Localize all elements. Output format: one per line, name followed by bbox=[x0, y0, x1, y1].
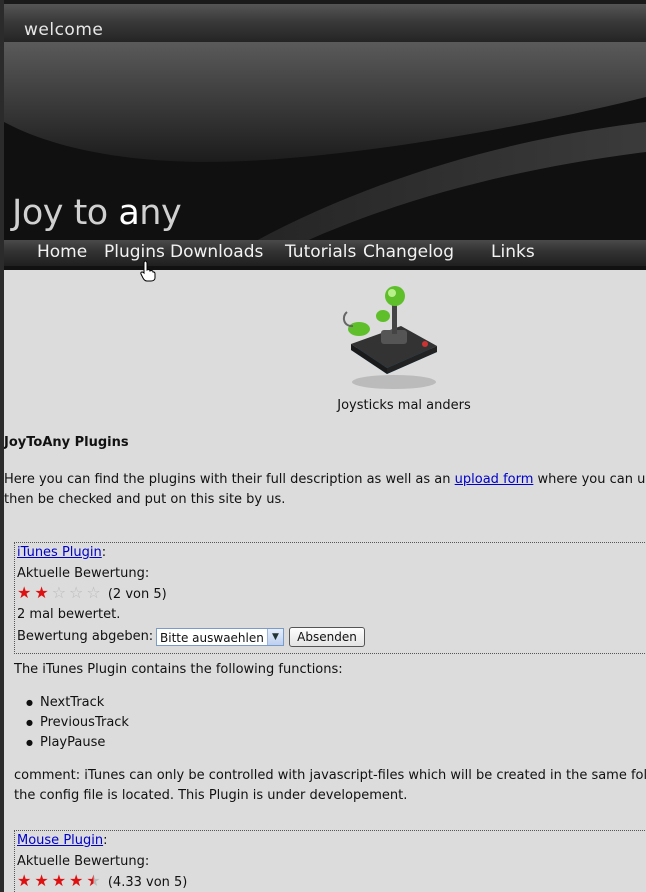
chevron-down-icon: ▼ bbox=[267, 629, 283, 645]
rating-label: Aktuelle Bewertung: bbox=[17, 854, 150, 869]
plugin-title-line: iTunes Plugin: bbox=[17, 545, 107, 560]
intro-text: Here you can find the plugins with their… bbox=[4, 472, 646, 507]
welcome-text: welcome bbox=[24, 20, 104, 40]
nav-tutorials[interactable]: Tutorials bbox=[285, 242, 356, 262]
hand-cursor-icon bbox=[140, 260, 156, 282]
rating-select[interactable]: Bitte auswaehlen ▼ bbox=[156, 628, 284, 646]
rating-stars: ★ ★ ☆ ☆ ☆ (2 von 5) bbox=[17, 583, 167, 603]
rating-label: Aktuelle Bewertung: bbox=[17, 566, 150, 581]
submit-rating-button[interactable]: Absenden bbox=[289, 627, 365, 647]
plugin-title-line: Mouse Plugin: bbox=[17, 833, 108, 848]
main-nav: Home Plugins Downloads Tutorials Changel… bbox=[4, 240, 646, 270]
itunes-plugin-link[interactable]: iTunes Plugin bbox=[17, 545, 102, 560]
star-half-icon: ★ bbox=[86, 871, 101, 890]
nav-downloads[interactable]: Downloads bbox=[170, 242, 263, 262]
star-full-icon: ★ bbox=[69, 871, 84, 890]
vote-label: Bewertung abgeben: bbox=[17, 629, 154, 644]
list-item: NextTrack bbox=[26, 695, 104, 710]
nav-plugins[interactable]: Plugins bbox=[104, 242, 165, 262]
site-header: welcome Joy to any bbox=[4, 0, 646, 262]
star-full-icon: ★ bbox=[51, 871, 67, 890]
vote-count: 2 mal bewertet. bbox=[17, 607, 121, 622]
plugin-box-mouse: Mouse Plugin: Aktuelle Bewertung: ★ ★ ★ ★ ★ … bbox=[14, 830, 646, 892]
star-empty-icon: ☆ bbox=[69, 583, 84, 602]
main-content: Joysticks mal anders JoyToAny Plugins He… bbox=[4, 270, 646, 892]
mouse-plugin-link[interactable]: Mouse Plugin bbox=[17, 833, 103, 848]
itunes-comment: comment: iTunes can only be controlled w… bbox=[14, 768, 646, 803]
star-empty-icon: ☆ bbox=[86, 583, 101, 602]
logo-caption: Joysticks mal anders bbox=[337, 398, 471, 413]
list-item: PreviousTrack bbox=[26, 715, 129, 730]
upload-form-link[interactable]: upload form bbox=[455, 472, 534, 487]
star-full-icon: ★ bbox=[34, 583, 49, 602]
plugin-box-itunes: iTunes Plugin: Aktuelle Bewertung: ★ ★ ☆ ☆ ☆… bbox=[14, 542, 646, 654]
itunes-description: The iTunes Plugin contains the following… bbox=[14, 662, 343, 677]
star-full-icon: ★ bbox=[17, 871, 32, 890]
nav-changelog[interactable]: Changelog bbox=[363, 242, 454, 262]
star-empty-icon: ☆ bbox=[51, 583, 67, 602]
list-item: PlayPause bbox=[26, 735, 105, 750]
site-title: Joy to any bbox=[12, 193, 182, 233]
top-bar: welcome bbox=[4, 0, 646, 42]
joystick-logo bbox=[334, 282, 454, 396]
star-full-icon: ★ bbox=[34, 871, 49, 890]
rating-text: (2 von 5) bbox=[107, 587, 167, 602]
star-full-icon: ★ bbox=[17, 583, 32, 602]
rating-select-value: Bitte auswaehlen bbox=[160, 631, 264, 645]
nav-home[interactable]: Home bbox=[37, 242, 87, 262]
joystick-icon bbox=[342, 286, 437, 389]
page-heading: JoyToAny Plugins bbox=[4, 435, 129, 450]
nav-links[interactable]: Links bbox=[491, 242, 535, 262]
rating-text: (4.33 von 5) bbox=[107, 875, 188, 890]
rating-stars: ★ ★ ★ ★ ★ (4.33 von 5) bbox=[17, 871, 188, 891]
